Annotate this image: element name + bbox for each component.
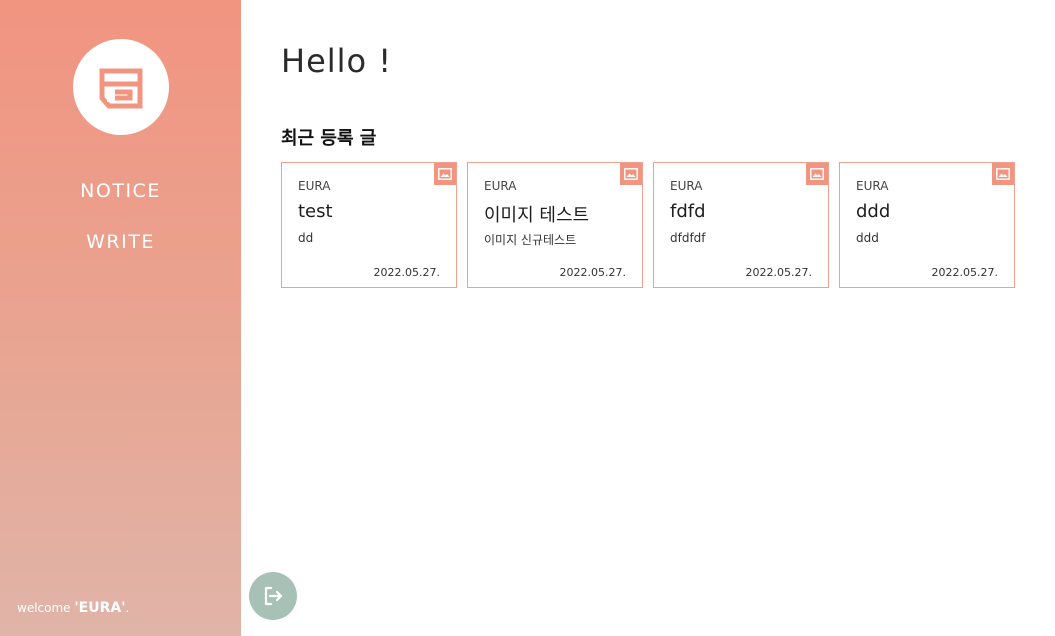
image-icon	[438, 168, 452, 180]
image-icon	[810, 168, 824, 180]
post-title: ddd	[856, 201, 891, 222]
post-excerpt: dd	[298, 231, 314, 245]
nav-write[interactable]: WRITE	[0, 231, 241, 253]
post-excerpt: dfdfdf	[670, 231, 706, 245]
image-badge	[434, 163, 456, 185]
recent-posts-list: EURA test dd 2022.05.27. EURA 이미지 테스트 이미…	[281, 162, 1015, 288]
post-title: fdfd	[670, 201, 706, 222]
post-title: test	[298, 201, 333, 222]
sidebar: NOTICE WRITE welcome 'EURA'.	[0, 0, 241, 636]
welcome-user: 'EURA'	[74, 600, 126, 616]
post-card[interactable]: EURA ddd ddd 2022.05.27.	[839, 162, 1015, 288]
post-author: EURA	[670, 179, 703, 193]
post-date: 2022.05.27.	[931, 266, 998, 279]
image-icon	[996, 168, 1010, 180]
post-author: EURA	[298, 179, 331, 193]
post-card[interactable]: EURA test dd 2022.05.27.	[281, 162, 457, 288]
post-title: 이미지 테스트	[484, 205, 590, 226]
recent-posts-heading: 최근 등록 글	[281, 128, 377, 149]
logout-button[interactable]	[249, 572, 297, 620]
post-date: 2022.05.27.	[373, 266, 440, 279]
welcome-prefix: welcome	[17, 601, 75, 615]
post-date: 2022.05.27.	[559, 266, 626, 279]
page-title: Hello !	[281, 42, 393, 80]
logo[interactable]	[73, 39, 169, 135]
post-excerpt: ddd	[856, 231, 879, 245]
post-card[interactable]: EURA 이미지 테스트 이미지 신규테스트 2022.05.27.	[467, 162, 643, 288]
image-icon	[624, 168, 638, 180]
app-root: NOTICE WRITE welcome 'EURA'. Hello ! 최근 …	[0, 0, 1055, 636]
welcome-suffix: .	[125, 601, 130, 615]
post-date: 2022.05.27.	[745, 266, 812, 279]
nav-notice[interactable]: NOTICE	[0, 180, 241, 202]
eura-logo-icon	[99, 68, 143, 109]
post-card[interactable]: EURA fdfd dfdfdf 2022.05.27.	[653, 162, 829, 288]
image-badge	[806, 163, 828, 185]
post-author: EURA	[856, 179, 889, 193]
image-badge	[992, 163, 1014, 185]
post-author: EURA	[484, 179, 517, 193]
image-badge	[620, 163, 642, 185]
logout-icon	[264, 586, 283, 606]
post-excerpt: 이미지 신규테스트	[484, 233, 577, 247]
welcome-message: welcome 'EURA'.	[17, 600, 129, 616]
